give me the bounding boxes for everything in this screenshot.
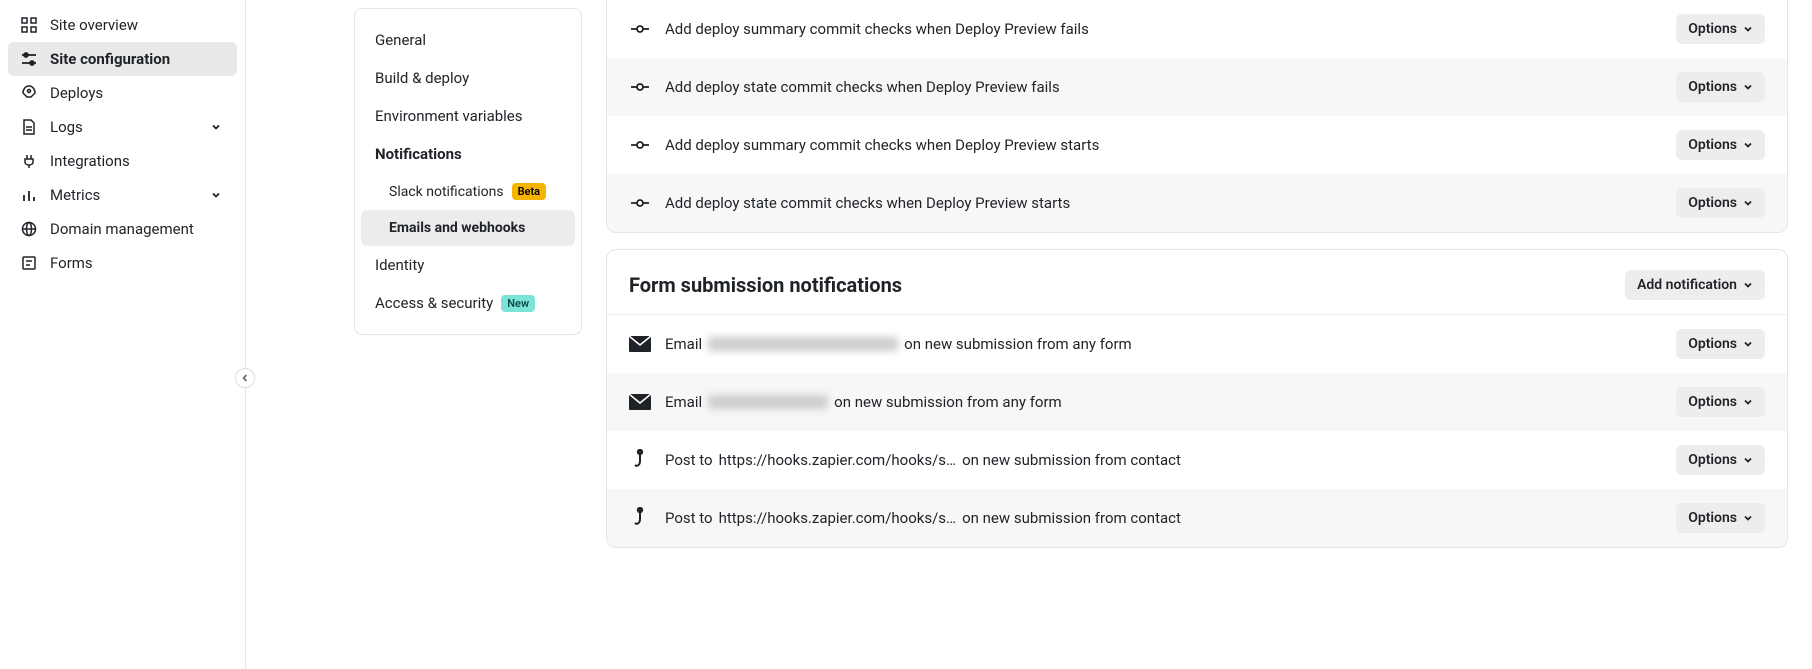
sidebar-item-site-overview[interactable]: Site overview [8,8,237,42]
commit-icon [629,134,651,156]
sidebar-item-metrics[interactable]: Metrics [8,178,237,212]
notification-row: Add deploy summary commit checks when De… [607,0,1787,58]
options-button[interactable]: Options [1676,503,1765,533]
form-notification-row: Post to https://hooks.zapier.com/hooks/s… [607,489,1787,547]
subnav-env-vars[interactable]: Environment variables [361,97,575,135]
notification-text: Add deploy state commit checks when Depl… [665,194,1662,212]
sidebar: Site overview Site configuration Deploys… [0,0,246,669]
notification-text: Email on new submission from any form [665,335,1662,353]
config-subnav: General Build & deploy Environment varia… [354,8,582,335]
chevron-down-icon [207,118,225,136]
mail-icon [629,391,651,413]
card-title: Form submission notifications [629,273,902,297]
options-button[interactable]: Options [1676,387,1765,417]
notification-row: Add deploy state commit checks when Depl… [607,58,1787,116]
form-icon [20,254,38,272]
sidebar-item-label: Logs [50,118,195,136]
deploy-notifications-card: Add deploy summary commit checks when De… [606,0,1788,233]
form-notification-row: Email on new submission from any form Op… [607,315,1787,373]
sidebar-item-label: Integrations [50,152,225,170]
notification-row: Add deploy summary commit checks when De… [607,116,1787,174]
sidebar-item-label: Deploys [50,84,225,102]
redacted-email [708,395,828,409]
main-content: Add deploy summary commit checks when De… [582,0,1812,669]
options-button[interactable]: Options [1676,72,1765,102]
options-button[interactable]: Options [1676,329,1765,359]
redacted-email [708,337,898,351]
beta-badge: Beta [512,183,547,200]
mail-icon [629,333,651,355]
collapse-sidebar-button[interactable] [235,368,255,388]
card-header: Form submission notifications Add notifi… [607,250,1787,315]
hook-icon [629,507,651,529]
file-icon [20,118,38,136]
plug-icon [20,152,38,170]
form-notification-row: Email on new submission from any form Op… [607,373,1787,431]
subnav-label: Access & security [375,294,493,312]
notification-text: Email on new submission from any form [665,393,1662,411]
form-notification-row: Post to https://hooks.zapier.com/hooks/s… [607,431,1787,489]
subnav-label: Slack notifications [389,184,504,200]
notification-text: Post to https://hooks.zapier.com/hooks/s… [665,451,1662,469]
chevron-down-icon [207,186,225,204]
commit-icon [629,76,651,98]
commit-icon [629,18,651,40]
sidebar-item-domain-management[interactable]: Domain management [8,212,237,246]
sliders-icon [20,50,38,68]
form-notifications-card: Form submission notifications Add notifi… [606,249,1788,548]
hook-icon [629,449,651,471]
sidebar-item-site-configuration[interactable]: Site configuration [8,42,237,76]
subnav-identity[interactable]: Identity [361,246,575,284]
sidebar-item-label: Metrics [50,186,195,204]
subnav-emails-webhooks[interactable]: Emails and webhooks [361,210,575,246]
sidebar-item-integrations[interactable]: Integrations [8,144,237,178]
sidebar-item-label: Domain management [50,220,225,238]
commit-icon [629,192,651,214]
notification-row: Add deploy state commit checks when Depl… [607,174,1787,232]
subnav-build-deploy[interactable]: Build & deploy [361,59,575,97]
sidebar-item-label: Forms [50,254,225,272]
sidebar-item-label: Site overview [50,16,225,34]
sidebar-item-deploys[interactable]: Deploys [8,76,237,110]
subnav-slack-notifications[interactable]: Slack notifications Beta [361,173,575,210]
options-button[interactable]: Options [1676,14,1765,44]
notification-text: Post to https://hooks.zapier.com/hooks/s… [665,509,1662,527]
notification-text: Add deploy summary commit checks when De… [665,20,1662,38]
rocket-icon [20,84,38,102]
bar-chart-icon [20,186,38,204]
options-button[interactable]: Options [1676,445,1765,475]
sidebar-item-label: Site configuration [50,50,225,68]
new-badge: New [501,295,535,312]
subnav-general[interactable]: General [361,21,575,59]
subnav-notifications[interactable]: Notifications [361,135,575,173]
notification-text: Add deploy summary commit checks when De… [665,136,1662,154]
subnav-access-security[interactable]: Access & security New [361,284,575,322]
sidebar-item-logs[interactable]: Logs [8,110,237,144]
sidebar-item-forms[interactable]: Forms [8,246,237,280]
add-notification-button[interactable]: Add notification [1625,270,1765,300]
options-button[interactable]: Options [1676,188,1765,218]
options-button[interactable]: Options [1676,130,1765,160]
grid-icon [20,16,38,34]
globe-icon [20,220,38,238]
notification-text: Add deploy state commit checks when Depl… [665,78,1662,96]
